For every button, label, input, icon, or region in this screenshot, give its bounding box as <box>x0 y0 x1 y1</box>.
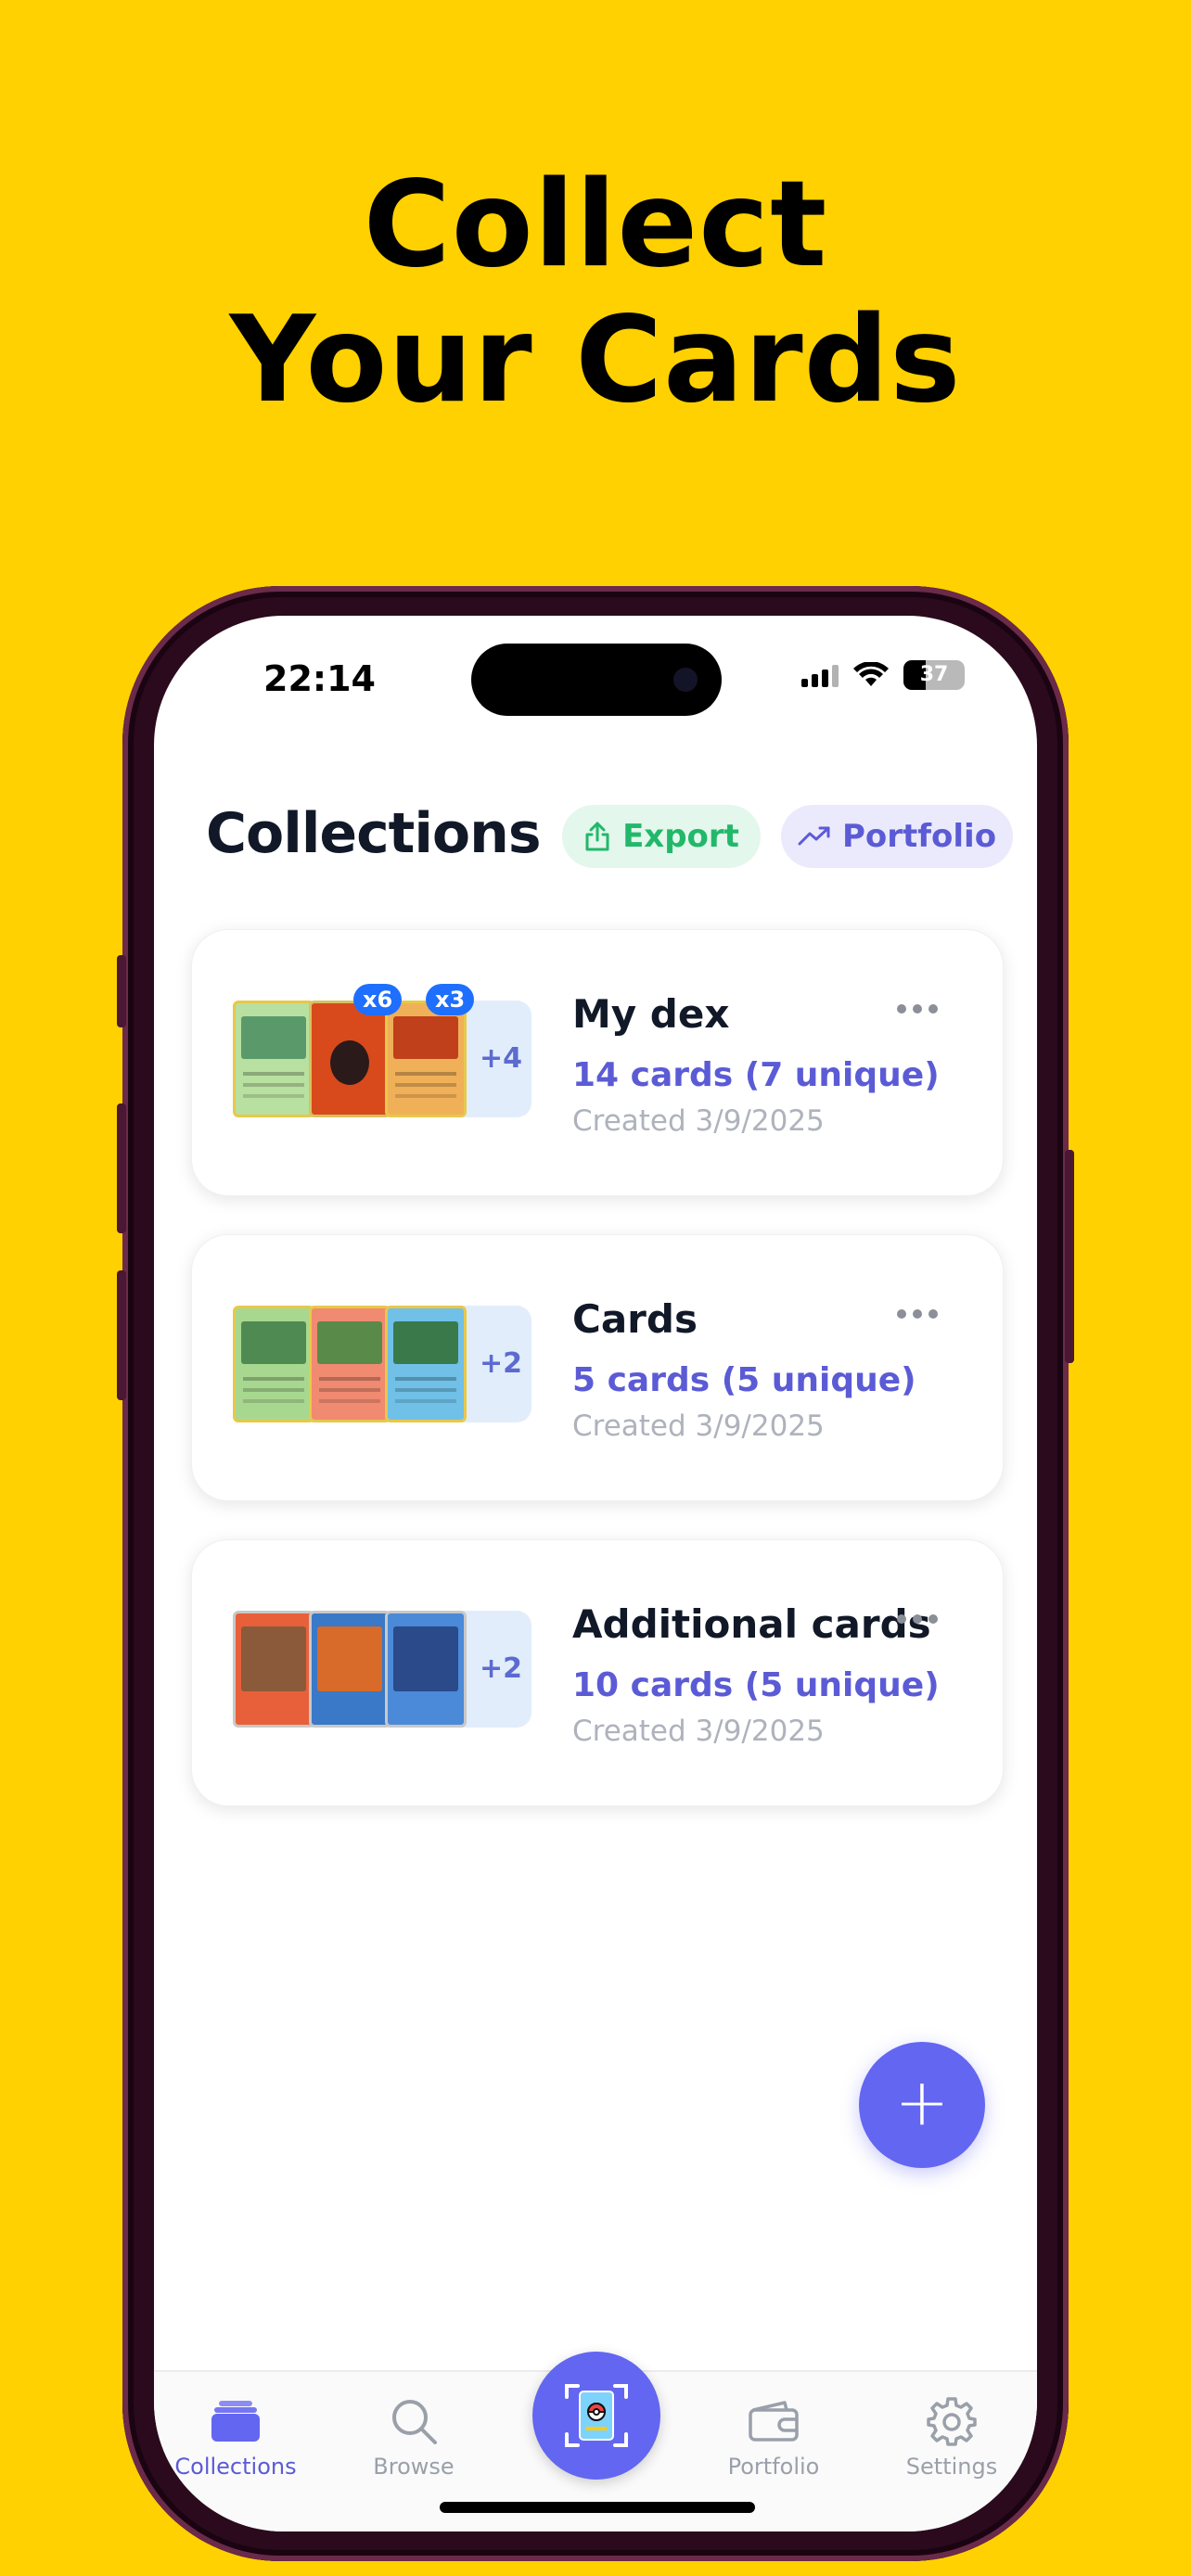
collection-card-my-dex[interactable]: x6 x3 +4 My dex 14 cards (7 unique) Crea… <box>191 929 1004 1196</box>
quantity-badge: x3 <box>426 984 475 1015</box>
card-thumbnail <box>233 1001 314 1117</box>
headline-line-2: Your Cards <box>229 291 962 429</box>
card-thumbnail <box>385 1306 467 1422</box>
card-thumbnails: +2 <box>233 1306 531 1422</box>
more-cards-count: +4 <box>479 1042 522 1075</box>
phone-screen: 22:14 37 Collections Export Portfolio x6… <box>154 616 1037 2531</box>
status-icons: 37 <box>801 660 965 690</box>
tab-label: Settings <box>905 2454 998 2480</box>
tab-label: Portfolio <box>727 2454 820 2480</box>
collection-created: Created 3/9/2025 <box>572 1409 825 1443</box>
more-cards-count: +2 <box>479 1652 522 1685</box>
wifi-icon <box>853 662 889 686</box>
more-options-icon[interactable] <box>897 1004 938 1014</box>
collection-count: 14 cards (7 unique) <box>572 1056 940 1094</box>
card-thumbnail <box>309 1001 391 1117</box>
collection-created: Created 3/9/2025 <box>572 1104 825 1138</box>
card-thumbnail <box>385 1001 467 1117</box>
collection-card-cards[interactable]: +2 Cards 5 cards (5 unique) Created 3/9/… <box>191 1234 1004 1501</box>
phone-volume-down <box>117 1270 126 1400</box>
portfolio-button[interactable]: Portfolio <box>781 805 1013 868</box>
camera-icon <box>673 668 698 692</box>
portfolio-label: Portfolio <box>841 818 997 855</box>
card-thumbnails: +2 <box>233 1611 531 1728</box>
collection-created: Created 3/9/2025 <box>572 1715 825 1748</box>
add-collection-button[interactable]: + <box>859 2042 985 2168</box>
more-options-icon[interactable] <box>897 1614 938 1624</box>
signal-icon <box>801 663 839 687</box>
collection-count: 10 cards (5 unique) <box>572 1666 940 1704</box>
tab-label: Browse <box>373 2454 455 2480</box>
tab-browse[interactable]: Browse <box>339 2392 488 2480</box>
export-label: Export <box>622 818 739 855</box>
card-thumbnail <box>309 1611 391 1728</box>
collection-card-additional-cards[interactable]: +2 Additional cards 10 cards (5 unique) … <box>191 1539 1004 1806</box>
headline-line-1: Collect <box>363 156 828 294</box>
tab-label: Collections <box>174 2454 297 2480</box>
tab-settings[interactable]: Settings <box>877 2392 1026 2480</box>
page-title: Collections <box>206 801 542 866</box>
more-cards-count: +2 <box>479 1347 522 1380</box>
dynamic-island <box>471 644 722 716</box>
share-icon <box>585 822 609 851</box>
gear-icon <box>927 2397 977 2446</box>
more-options-icon[interactable] <box>897 1309 938 1319</box>
quantity-badge: x6 <box>353 984 403 1015</box>
phone-power-button <box>1065 1150 1074 1363</box>
collection-name: Additional cards <box>572 1601 931 1647</box>
status-time: 22:14 <box>263 658 376 699</box>
tab-collections[interactable]: Collections <box>161 2392 310 2480</box>
export-button[interactable]: Export <box>562 805 761 868</box>
phone-volume-up <box>117 1103 126 1233</box>
phone-action-button <box>117 955 126 1027</box>
collection-name: Cards <box>572 1296 698 1342</box>
scan-card-icon <box>565 2384 628 2447</box>
collections-icon <box>211 2401 260 2442</box>
scan-card-button[interactable] <box>532 2352 660 2480</box>
card-thumbnail <box>385 1611 467 1728</box>
trending-up-icon <box>798 826 830 846</box>
card-thumbnail <box>309 1306 391 1422</box>
headline: Collect Your Cards <box>0 158 1191 428</box>
tab-portfolio[interactable]: Portfolio <box>699 2392 848 2480</box>
card-thumbnail <box>233 1611 314 1728</box>
collection-count: 5 cards (5 unique) <box>572 1361 916 1399</box>
card-thumbnails: x6 x3 +4 <box>233 984 531 1117</box>
battery-icon: 37 <box>903 660 965 690</box>
home-indicator <box>440 2502 755 2513</box>
card-thumbnail <box>233 1306 314 1422</box>
wallet-icon <box>749 2401 799 2442</box>
battery-level: 37 <box>919 663 949 686</box>
collection-name: My dex <box>572 991 730 1037</box>
search-icon <box>392 2400 437 2444</box>
